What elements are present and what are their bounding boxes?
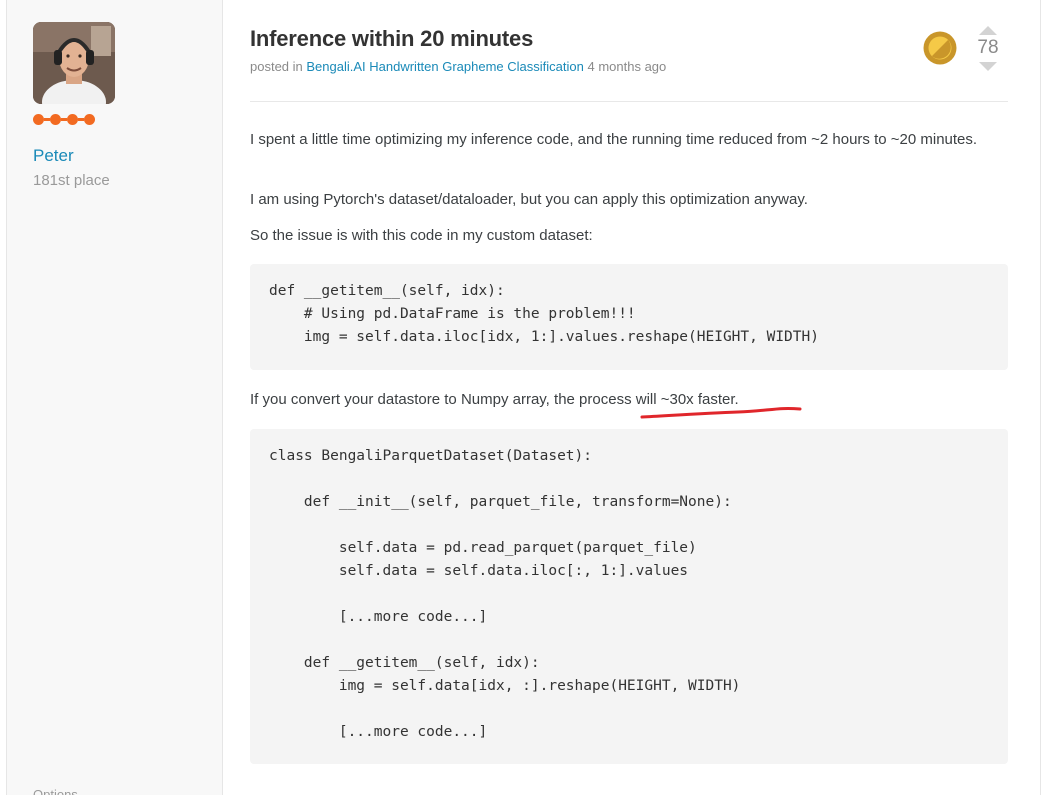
card-right-border [1040, 0, 1041, 795]
red-underline-annotation [640, 406, 802, 419]
triangle-up-icon[interactable] [979, 26, 997, 35]
tier-progression-dots [33, 114, 95, 125]
tier-dot [67, 114, 78, 125]
author-name-link[interactable]: Peter [33, 146, 74, 166]
code-block-getitem: def __getitem__(self, idx): # Using pd.D… [250, 264, 1008, 370]
body-paragraph: I spent a little time optimizing my infe… [250, 131, 978, 148]
triangle-down-icon[interactable] [979, 62, 997, 71]
author-rank: 181st place [33, 172, 110, 189]
body-paragraph: If you convert your datastore to Numpy a… [250, 391, 739, 408]
tier-dot [33, 114, 44, 125]
tier-dot [84, 114, 95, 125]
options-label[interactable]: Options [33, 787, 78, 795]
code-block-dataset-class: class BengaliParquetDataset(Dataset): de… [250, 429, 1008, 764]
vote-widget: 78 [972, 26, 1004, 71]
post-title: Inference within 20 minutes [250, 26, 534, 51]
avatar-photo-icon [33, 22, 115, 104]
header-divider [250, 101, 1008, 102]
discussion-page: Peter 181st place Options Inference with… [0, 0, 1055, 795]
vote-count: 78 [977, 37, 999, 58]
author-avatar[interactable] [33, 22, 115, 104]
body-paragraph: So the issue is with this code in my cus… [250, 227, 593, 244]
tier-dot [50, 114, 61, 125]
body-paragraph: I am using Pytorch's dataset/dataloader,… [250, 191, 808, 208]
author-sidebar: Peter 181st place Options [6, 0, 223, 795]
post-time: 4 months ago [587, 59, 667, 74]
gold-medal-icon [923, 31, 957, 65]
posted-in-label: posted in [250, 59, 303, 74]
competition-link[interactable]: Bengali.AI Handwritten Grapheme Classifi… [306, 59, 583, 74]
post-meta: posted in Bengali.AI Handwritten Graphem… [250, 59, 666, 74]
